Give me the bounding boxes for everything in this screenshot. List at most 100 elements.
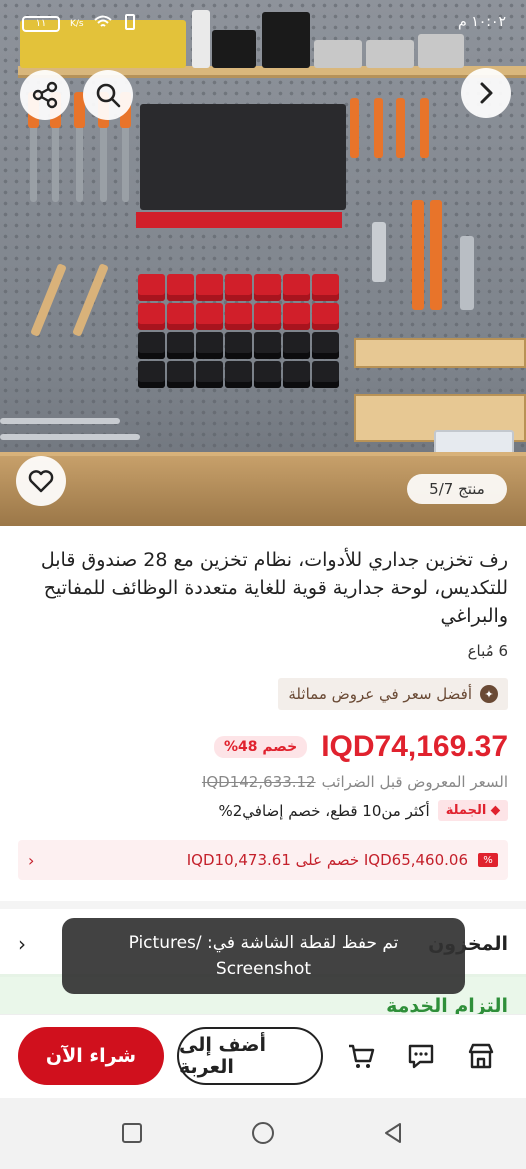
screwdriver xyxy=(350,98,359,158)
add-to-cart-button[interactable]: أضف إلى العربة xyxy=(177,1027,323,1085)
store-icon xyxy=(468,1043,494,1069)
wifi-icon xyxy=(93,15,112,33)
chat-icon xyxy=(408,1044,434,1069)
chevron-right-icon xyxy=(480,82,493,104)
coupon-icon: % xyxy=(478,853,498,867)
wooden-crate xyxy=(354,338,526,368)
system-nav-bar xyxy=(0,1098,526,1169)
storage-bin xyxy=(283,274,310,301)
original-price-row: السعر المعروض قبل الضرائب IQD142,633.12 xyxy=(202,773,508,791)
original-price-label: السعر المعروض قبل الضرائب xyxy=(321,773,508,791)
back-nav-button[interactable] xyxy=(380,1120,406,1146)
toast-line-1: تم حفظ لقطة الشاشة في: /Pictures xyxy=(128,933,399,953)
status-bar: ١١ K/s ١٠:٠٢ م xyxy=(0,0,526,50)
bulk-discount-row[interactable]: ⬥ الجملة أكثر من10 قطع، خصم إضافي2% xyxy=(218,800,508,821)
bottom-action-bar: شراء الآن أضف إلى العربة xyxy=(0,1014,526,1098)
vibrate-icon xyxy=(122,14,138,34)
screenshot-toast: تم حفظ لقطة الشاشة في: /Pictures Screens… xyxy=(62,918,465,994)
bulk-tag-icon: ⬥ xyxy=(486,803,500,818)
back-button[interactable] xyxy=(461,68,511,118)
storage-bin xyxy=(167,332,194,359)
bench-screwdriver xyxy=(0,434,140,440)
share-button[interactable] xyxy=(20,70,70,120)
price-row: IQD74,169.37 خصم 48% xyxy=(213,730,508,764)
storage-bin xyxy=(138,332,165,359)
storage-bin xyxy=(138,303,165,330)
battery-level: ١١ xyxy=(35,18,47,29)
chat-button[interactable] xyxy=(404,1039,438,1073)
storage-bin xyxy=(196,361,223,388)
storage-bin xyxy=(225,274,252,301)
storage-bin xyxy=(196,274,223,301)
cart-icon xyxy=(349,1044,375,1068)
sold-count: 6 مُباع xyxy=(467,642,508,660)
pliers xyxy=(412,200,424,310)
storage-bin xyxy=(167,303,194,330)
storage-bin xyxy=(196,332,223,359)
storage-bin xyxy=(283,303,310,330)
adjustable-wrench xyxy=(460,236,474,310)
storage-bin xyxy=(254,361,281,388)
battery-icon: ١١ xyxy=(22,16,60,32)
storage-bin xyxy=(138,274,165,301)
storage-bin xyxy=(312,361,339,388)
storage-bin xyxy=(312,303,339,330)
section-divider xyxy=(0,901,526,909)
tag-icon: ✦ xyxy=(480,685,498,703)
network-speed: K/s xyxy=(70,19,84,29)
screwdriver xyxy=(420,98,429,158)
storage-bin xyxy=(312,274,339,301)
bulk-badge: ⬥ الجملة xyxy=(437,800,508,821)
storage-bin xyxy=(167,274,194,301)
best-price-badge[interactable]: ✦ أفضل سعر في عروض مماثلة xyxy=(278,678,508,710)
cart-button[interactable] xyxy=(344,1039,378,1073)
coupon-text: IQD65,460.06 خصم على IQD10,473.61 xyxy=(186,851,468,869)
wrench-panel xyxy=(140,104,346,210)
chevron-left-icon: ‹ xyxy=(18,932,26,956)
screwdriver xyxy=(374,98,383,158)
product-title: رف تخزين جداري للأدوات، نظام تخزين مع 28… xyxy=(40,549,508,627)
storage-bin xyxy=(312,332,339,359)
status-time: ١٠:٠٢ م xyxy=(458,14,506,30)
storage-bin xyxy=(283,332,310,359)
storage-bin xyxy=(254,332,281,359)
storage-bin xyxy=(254,274,281,301)
status-left: ١١ K/s xyxy=(22,14,138,34)
buy-now-button[interactable]: شراء الآن xyxy=(18,1027,164,1085)
heart-icon xyxy=(28,470,54,493)
storage-bin xyxy=(138,361,165,388)
storage-bin xyxy=(225,332,252,359)
search-icon xyxy=(96,83,121,108)
current-price: IQD74,169.37 xyxy=(321,730,508,763)
storage-bin xyxy=(196,303,223,330)
pliers xyxy=(430,200,442,310)
bulk-text: أكثر من10 قطع، خصم إضافي2% xyxy=(218,801,430,820)
triangle-back-icon xyxy=(385,1123,401,1143)
chevron-left-icon: ‹ xyxy=(28,850,35,870)
storage-bin xyxy=(225,361,252,388)
product-image[interactable] xyxy=(0,0,526,526)
search-button[interactable] xyxy=(83,70,133,120)
storage-bin xyxy=(225,303,252,330)
image-counter: منتج 5/7 xyxy=(407,474,507,504)
circle-icon xyxy=(252,1122,274,1144)
bench-screwdriver xyxy=(0,418,120,424)
toast-line-2: Screenshot xyxy=(215,959,312,979)
utility-knife xyxy=(372,222,386,282)
share-icon xyxy=(32,81,58,109)
coupon-row[interactable]: % IQD65,460.06 خصم على IQD10,473.61 ‹ xyxy=(18,840,508,880)
square-icon xyxy=(122,1123,142,1143)
store-button[interactable] xyxy=(464,1039,498,1073)
bulk-badge-label: الجملة xyxy=(445,803,487,818)
storage-bin xyxy=(254,303,281,330)
favorite-button[interactable] xyxy=(16,456,66,506)
recents-button[interactable] xyxy=(119,1120,145,1146)
storage-bin xyxy=(283,361,310,388)
storage-bin xyxy=(167,361,194,388)
bit-rack xyxy=(136,212,342,228)
discount-badge: خصم 48% xyxy=(213,736,308,758)
screwdriver xyxy=(396,98,405,158)
best-price-text: أفضل سعر في عروض مماثلة xyxy=(288,685,472,703)
original-price: IQD142,633.12 xyxy=(201,773,316,791)
home-button[interactable] xyxy=(250,1120,276,1146)
